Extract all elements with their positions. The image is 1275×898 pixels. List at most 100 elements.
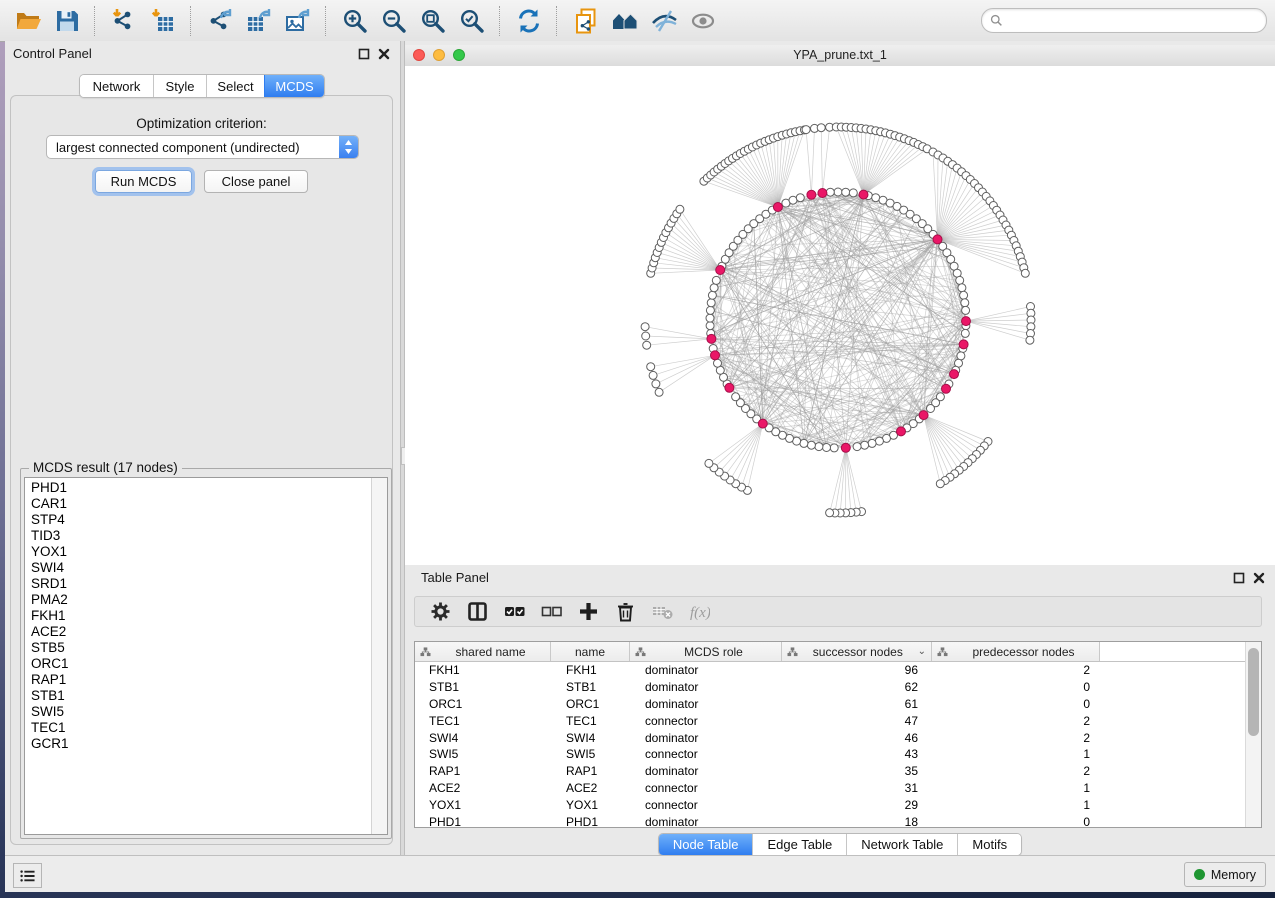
mcds-node-item[interactable]: TEC1	[25, 720, 371, 736]
search-input[interactable]	[1003, 12, 1266, 30]
mcds-node-item[interactable]: STP4	[25, 512, 371, 528]
cell-predecessor-nodes[interactable]: 0	[932, 680, 1100, 694]
cell-predecessor-nodes[interactable]: 2	[932, 714, 1100, 728]
cell-successor-nodes[interactable]: 96	[782, 663, 932, 677]
close-icon[interactable]	[377, 47, 390, 60]
mcds-node-item[interactable]: PHD1	[25, 480, 371, 496]
zoom-selected-icon[interactable]	[457, 6, 486, 35]
cell-predecessor-nodes[interactable]: 2	[932, 731, 1100, 745]
table-row[interactable]: SWI4SWI4dominator462	[415, 729, 1261, 746]
export-image-icon[interactable]	[283, 6, 312, 35]
delete-column-icon[interactable]	[610, 600, 640, 624]
cell-shared-name[interactable]: FKH1	[415, 663, 551, 677]
cell-shared-name[interactable]: RAP1	[415, 764, 551, 778]
mcds-node-item[interactable]: SWI4	[25, 560, 371, 576]
run-mcds-button[interactable]: Run MCDS	[95, 170, 192, 193]
cell-successor-nodes[interactable]: 62	[782, 680, 932, 694]
table-scrollbar[interactable]	[1245, 642, 1261, 827]
cell-shared-name[interactable]: SWI4	[415, 731, 551, 745]
float-window-icon[interactable]	[1232, 571, 1245, 584]
cell-predecessor-nodes[interactable]: 2	[932, 663, 1100, 677]
cell-MCDS-role[interactable]: dominator	[630, 815, 782, 829]
export-table-icon[interactable]	[244, 6, 273, 35]
cell-name[interactable]: RAP1	[551, 764, 630, 778]
cell-name[interactable]: STB1	[551, 680, 630, 694]
table-row[interactable]: PHD1PHD1dominator180	[415, 813, 1261, 830]
zoom-fit-icon[interactable]	[418, 6, 447, 35]
tab-motifs[interactable]: Motifs	[957, 834, 1021, 855]
table-row[interactable]: ORC1ORC1dominator610	[415, 696, 1261, 713]
cell-predecessor-nodes[interactable]: 1	[932, 747, 1100, 761]
cell-predecessor-nodes[interactable]: 1	[932, 781, 1100, 795]
cell-MCDS-role[interactable]: dominator	[630, 731, 782, 745]
cell-predecessor-nodes[interactable]: 0	[932, 815, 1100, 829]
cell-MCDS-role[interactable]: connector	[630, 781, 782, 795]
refresh-icon[interactable]	[514, 6, 543, 35]
mcds-node-item[interactable]: CAR1	[25, 496, 371, 512]
zoom-out-icon[interactable]	[379, 6, 408, 35]
cell-MCDS-role[interactable]: connector	[630, 798, 782, 812]
tab-edge-table[interactable]: Edge Table	[752, 834, 846, 855]
mcds-result-list[interactable]: PHD1CAR1STP4TID3YOX1SWI4SRD1PMA2FKH1ACE2…	[24, 477, 388, 835]
cell-shared-name[interactable]: PHD1	[415, 815, 551, 829]
cell-shared-name[interactable]: YOX1	[415, 798, 551, 812]
list-scrollbar[interactable]	[371, 478, 387, 834]
mcds-node-item[interactable]: ACE2	[25, 624, 371, 640]
cell-successor-nodes[interactable]: 31	[782, 781, 932, 795]
cell-predecessor-nodes[interactable]: 0	[932, 697, 1100, 711]
mcds-node-item[interactable]: STB1	[25, 688, 371, 704]
table-row[interactable]: YOX1YOX1connector291	[415, 796, 1261, 813]
column-header-predecessor-nodes[interactable]: predecessor nodes	[932, 642, 1100, 661]
deselect-all-icon[interactable]	[536, 600, 566, 624]
import-table-icon[interactable]	[148, 6, 177, 35]
cell-name[interactable]: TEC1	[551, 714, 630, 728]
column-header-successor-nodes[interactable]: successor nodes⌄	[782, 642, 932, 661]
cell-successor-nodes[interactable]: 29	[782, 798, 932, 812]
cell-shared-name[interactable]: ACE2	[415, 781, 551, 795]
criterion-dropdown[interactable]: largest connected component (undirected)	[46, 135, 359, 159]
cell-predecessor-nodes[interactable]: 2	[932, 764, 1100, 778]
close-panel-button[interactable]: Close panel	[204, 170, 308, 193]
cell-successor-nodes[interactable]: 18	[782, 815, 932, 829]
tab-network[interactable]: Network	[80, 75, 153, 97]
cell-successor-nodes[interactable]: 61	[782, 697, 932, 711]
tab-network-table[interactable]: Network Table	[846, 834, 957, 855]
column-header-name[interactable]: name	[551, 642, 630, 661]
zoom-in-icon[interactable]	[340, 6, 369, 35]
table-row[interactable]: TEC1TEC1connector472	[415, 712, 1261, 729]
mcds-node-item[interactable]: STB5	[25, 640, 371, 656]
show-all-icon[interactable]	[688, 6, 717, 35]
cell-name[interactable]: SWI4	[551, 731, 630, 745]
cell-successor-nodes[interactable]: 43	[782, 747, 932, 761]
tab-mcds[interactable]: MCDS	[264, 75, 324, 97]
tab-select[interactable]: Select	[206, 75, 264, 97]
mcds-node-item[interactable]: YOX1	[25, 544, 371, 560]
cell-name[interactable]: PHD1	[551, 815, 630, 829]
memory-button[interactable]: Memory	[1184, 862, 1266, 887]
cell-MCDS-role[interactable]: dominator	[630, 764, 782, 778]
network-canvas[interactable]	[405, 66, 1275, 565]
open-file-icon[interactable]	[13, 6, 42, 35]
table-row[interactable]: STB1STB1dominator620	[415, 679, 1261, 696]
cell-successor-nodes[interactable]: 47	[782, 714, 932, 728]
search-images-icon[interactable]	[610, 6, 639, 35]
cell-shared-name[interactable]: SWI5	[415, 747, 551, 761]
cell-MCDS-role[interactable]: dominator	[630, 697, 782, 711]
cell-name[interactable]: ACE2	[551, 781, 630, 795]
cell-name[interactable]: ORC1	[551, 697, 630, 711]
mcds-node-item[interactable]: SWI5	[25, 704, 371, 720]
mcds-node-item[interactable]: FKH1	[25, 608, 371, 624]
float-window-icon[interactable]	[357, 47, 370, 60]
export-network-icon[interactable]	[205, 6, 234, 35]
add-column-icon[interactable]	[573, 600, 603, 624]
cell-predecessor-nodes[interactable]: 1	[932, 798, 1100, 812]
cell-name[interactable]: FKH1	[551, 663, 630, 677]
scrollbar-thumb[interactable]	[1248, 648, 1259, 736]
cell-shared-name[interactable]: STB1	[415, 680, 551, 694]
cell-shared-name[interactable]: TEC1	[415, 714, 551, 728]
mcds-node-item[interactable]: PMA2	[25, 592, 371, 608]
mcds-node-item[interactable]: RAP1	[25, 672, 371, 688]
cell-MCDS-role[interactable]: connector	[630, 747, 782, 761]
cell-MCDS-role[interactable]: dominator	[630, 680, 782, 694]
gear-icon[interactable]	[425, 600, 455, 624]
